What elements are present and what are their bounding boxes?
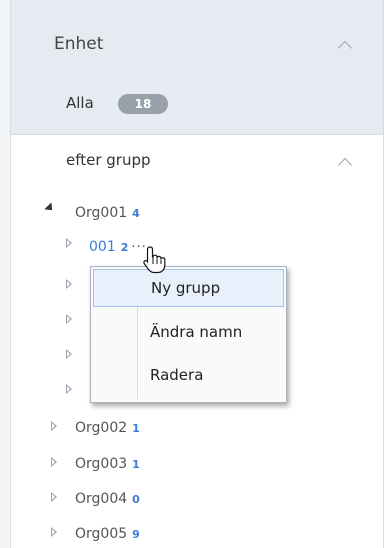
menu-item-label: Ändra namn — [150, 323, 243, 341]
context-menu: Ny grupp Ändra namn Radera — [90, 266, 287, 403]
collapsed-triangle-icon[interactable] — [51, 421, 57, 431]
tree-node-label: Org002 — [75, 420, 128, 436]
menu-item-new-group[interactable]: Ny grupp — [93, 269, 284, 307]
tree-node-001[interactable]: 001 2 ··· — [89, 239, 147, 255]
tree-node-count: 1 — [132, 422, 140, 435]
collapsed-triangle-icon[interactable] — [66, 349, 72, 359]
tree-node-count: 1 — [132, 458, 140, 471]
tree-node-count: 2 — [120, 241, 129, 254]
tree-node-org003[interactable]: Org003 1 — [75, 456, 140, 472]
collapsed-triangle-icon[interactable] — [66, 279, 72, 289]
tree-node-count: 0 — [132, 493, 140, 506]
collapsed-triangle-icon[interactable] — [66, 238, 72, 248]
collapsed-triangle-icon[interactable] — [51, 527, 57, 537]
collapsed-triangle-icon[interactable] — [66, 314, 72, 324]
tree-node-label: 001 — [89, 239, 116, 255]
tree-node-org005[interactable]: Org005 9 — [75, 526, 140, 542]
group-section-title[interactable]: efter grupp — [66, 151, 151, 169]
device-header: Enhet Alla 18 — [11, 0, 383, 135]
all-filter-label[interactable]: Alla — [66, 94, 94, 112]
group-collapse-chevron-up-icon[interactable] — [337, 157, 353, 173]
hand-pointer-cursor-icon — [143, 246, 166, 274]
collapsed-triangle-icon[interactable] — [66, 384, 72, 394]
tree-node-org004[interactable]: Org004 0 — [75, 491, 140, 507]
panel-title: Enhet — [54, 34, 104, 54]
menu-item-delete[interactable]: Radera — [93, 357, 282, 393]
tree-node-org001[interactable]: Org001 4 — [75, 205, 140, 221]
collapsed-triangle-icon[interactable] — [51, 457, 57, 467]
menu-item-label: Radera — [150, 366, 204, 384]
tree-node-count: 9 — [132, 528, 140, 541]
expanded-triangle-icon[interactable] — [44, 202, 56, 214]
collapse-chevron-up-icon[interactable] — [337, 40, 353, 56]
tree-node-count: 4 — [132, 207, 140, 220]
tree-node-label: Org001 — [75, 205, 128, 221]
collapsed-triangle-icon[interactable] — [51, 492, 57, 502]
tree-node-label: Org005 — [75, 526, 128, 542]
menu-item-rename[interactable]: Ändra namn — [93, 314, 282, 350]
tree-node-label: Org004 — [75, 491, 128, 507]
tree-node-org002[interactable]: Org002 1 — [75, 420, 140, 436]
menu-item-label: Ny grupp — [151, 279, 221, 297]
tree-node-label: Org003 — [75, 456, 128, 472]
all-count-badge: 18 — [118, 94, 168, 114]
